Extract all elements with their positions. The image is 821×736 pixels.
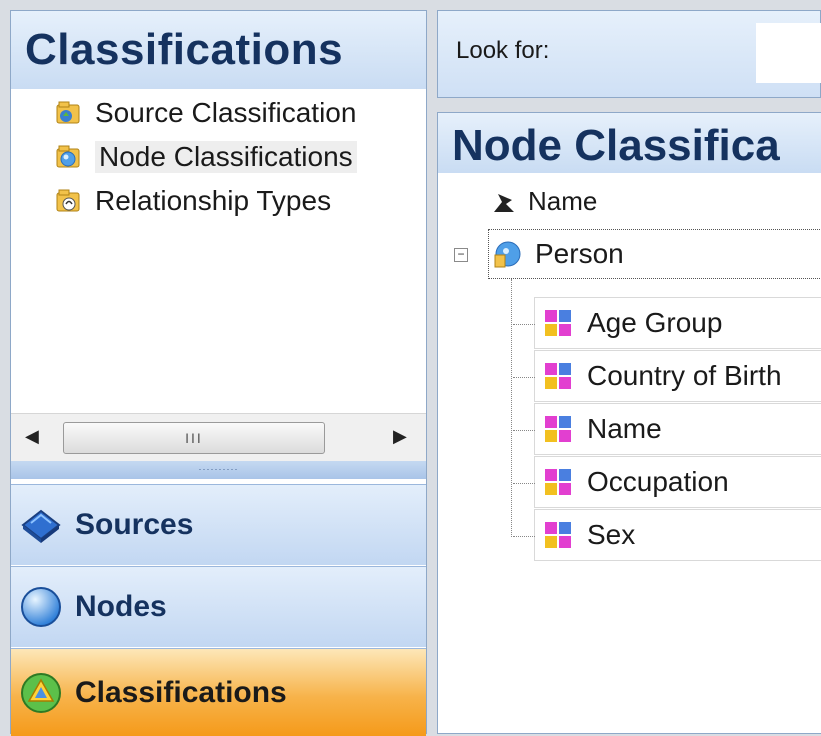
horizontal-scrollbar[interactable]: ◀ III ▶ (11, 413, 426, 462)
node-classification-icon (494, 241, 521, 268)
scrollbar-thumb[interactable]: III (63, 422, 325, 454)
attribute-grid-icon (545, 469, 571, 495)
tree-item-node-classifications[interactable]: Node Classifications (55, 139, 357, 175)
tree-row-person[interactable]: Person (488, 229, 821, 279)
tree-connector (511, 279, 512, 537)
pane-splitter[interactable]: ·········· (11, 461, 426, 479)
attribute-label: Country of Birth (587, 360, 782, 391)
navigation-pane-header: Classifications (11, 11, 426, 89)
tree-connector (513, 324, 535, 325)
nav-button-nodes[interactable]: Nodes (11, 566, 426, 647)
search-label: Look for: (456, 37, 550, 64)
source-classification-icon (56, 101, 80, 124)
relationship-types-icon (56, 189, 80, 212)
attribute-row-country-of-birth[interactable]: Country of Birth (513, 350, 821, 402)
search-input[interactable] (756, 23, 821, 83)
attribute-label: Occupation (587, 466, 729, 497)
navigation-pane: Classifications Source Classification No… (10, 10, 427, 736)
search-bar: Look for: (437, 10, 821, 98)
attribute-row-occupation[interactable]: Occupation (513, 456, 821, 508)
tree-connector (513, 483, 535, 484)
tree-row-label: Person (535, 238, 624, 269)
tree-connector (513, 430, 535, 431)
panel-header: Node Classifica (438, 113, 821, 173)
scroll-right-arrow-icon[interactable]: ▶ (393, 426, 407, 447)
attribute-grid-icon (545, 310, 571, 336)
nav-button-label: Classifications (75, 675, 287, 709)
node-classifications-icon (56, 145, 80, 168)
tree-item-relationship-types[interactable]: Relationship Types (55, 183, 331, 219)
collapse-expander-icon[interactable]: − (454, 248, 468, 262)
attribute-row-sex[interactable]: Sex (513, 509, 821, 561)
attribute-label: Name (587, 413, 662, 444)
attribute-grid-icon (545, 363, 571, 389)
nav-button-label: Nodes (75, 590, 167, 623)
attribute-grid-icon (545, 416, 571, 442)
attribute-label: Age Group (587, 307, 723, 338)
classifications-icon (21, 672, 61, 713)
nav-button-classifications[interactable]: Classifications (11, 648, 426, 736)
nav-button-sources[interactable]: Sources (11, 484, 426, 565)
tree-item-label: Source Classification (95, 97, 357, 128)
panel-title: Node Classifica (452, 121, 780, 170)
column-header-name[interactable]: Name (488, 181, 597, 221)
pin-icon (494, 194, 514, 212)
scroll-left-arrow-icon[interactable]: ◀ (25, 426, 39, 447)
tree-item-source-classification[interactable]: Source Classification (55, 95, 356, 131)
attribute-row-name[interactable]: Name (513, 403, 821, 455)
attribute-grid-icon (545, 522, 571, 548)
tree-item-label: Node Classifications (95, 141, 357, 173)
navigation-pane-title: Classifications (25, 25, 344, 74)
tree-connector (513, 536, 535, 537)
nodes-icon (21, 587, 61, 627)
nav-button-label: Sources (75, 508, 194, 541)
tree-connector (513, 377, 535, 378)
attribute-label: Sex (587, 519, 636, 550)
sources-icon (21, 509, 61, 543)
tree-item-label: Relationship Types (95, 185, 332, 216)
column-header-label: Name (528, 185, 598, 216)
node-classifications-panel: Node Classifica Name − Person Age Group … (437, 112, 821, 734)
attribute-row-age-group[interactable]: Age Group (513, 297, 821, 349)
